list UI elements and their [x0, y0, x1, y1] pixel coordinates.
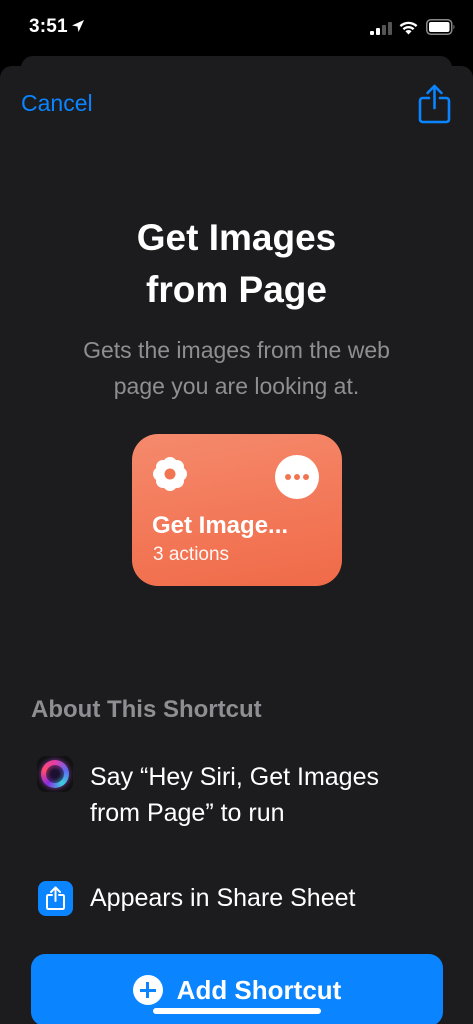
share-icon[interactable]: [418, 84, 451, 124]
siri-phrase-line-2: from Page” to run: [90, 799, 285, 827]
share-sheet-icon: [38, 881, 73, 916]
shortcut-description: Gets the images from the web page you ar…: [40, 332, 433, 404]
battery-icon: [426, 19, 455, 35]
title-line-1: Get Images: [136, 217, 337, 258]
more-dot-icon: [285, 474, 291, 480]
location-arrow-icon: [72, 20, 84, 32]
screen: 3:51 Cancel Get Images from Page Gets th…: [0, 0, 473, 1024]
share-sheet-label: Appears in Share Sheet: [90, 884, 356, 912]
status-time: 3:51: [29, 16, 68, 37]
cellular-signal-icon: [370, 22, 392, 35]
siri-phrase-line-1: Say “Hey Siri, Get Images: [90, 763, 379, 791]
flower-icon: [153, 457, 187, 491]
shortcut-sheet: Cancel Get Images from Page Gets the ima…: [0, 66, 473, 1024]
home-indicator[interactable]: [153, 1008, 321, 1014]
add-shortcut-label: Add Shortcut: [176, 974, 342, 1005]
more-dot-icon: [294, 474, 300, 480]
cancel-button[interactable]: Cancel: [21, 90, 93, 117]
description-line-1: Gets the images from the web: [83, 337, 390, 363]
status-bar: 3:51: [0, 0, 473, 56]
about-header: About This Shortcut: [31, 696, 262, 723]
more-options-button[interactable]: [275, 455, 319, 499]
plus-circle-icon: [132, 975, 163, 1005]
title-line-2: from Page: [146, 269, 327, 310]
siri-phrase: Say “Hey Siri, Get Images from Page” to …: [90, 759, 450, 831]
card-title: Get Image...: [152, 512, 289, 539]
card-action-count: 3 actions: [153, 544, 230, 565]
wifi-icon: [399, 21, 418, 35]
siri-icon: [37, 756, 73, 792]
description-line-2: page you are looking at.: [113, 373, 360, 399]
shortcut-title: Get Images from Page: [0, 212, 473, 316]
shortcut-card[interactable]: Get Image... 3 actions: [132, 434, 342, 586]
more-dot-icon: [303, 474, 309, 480]
